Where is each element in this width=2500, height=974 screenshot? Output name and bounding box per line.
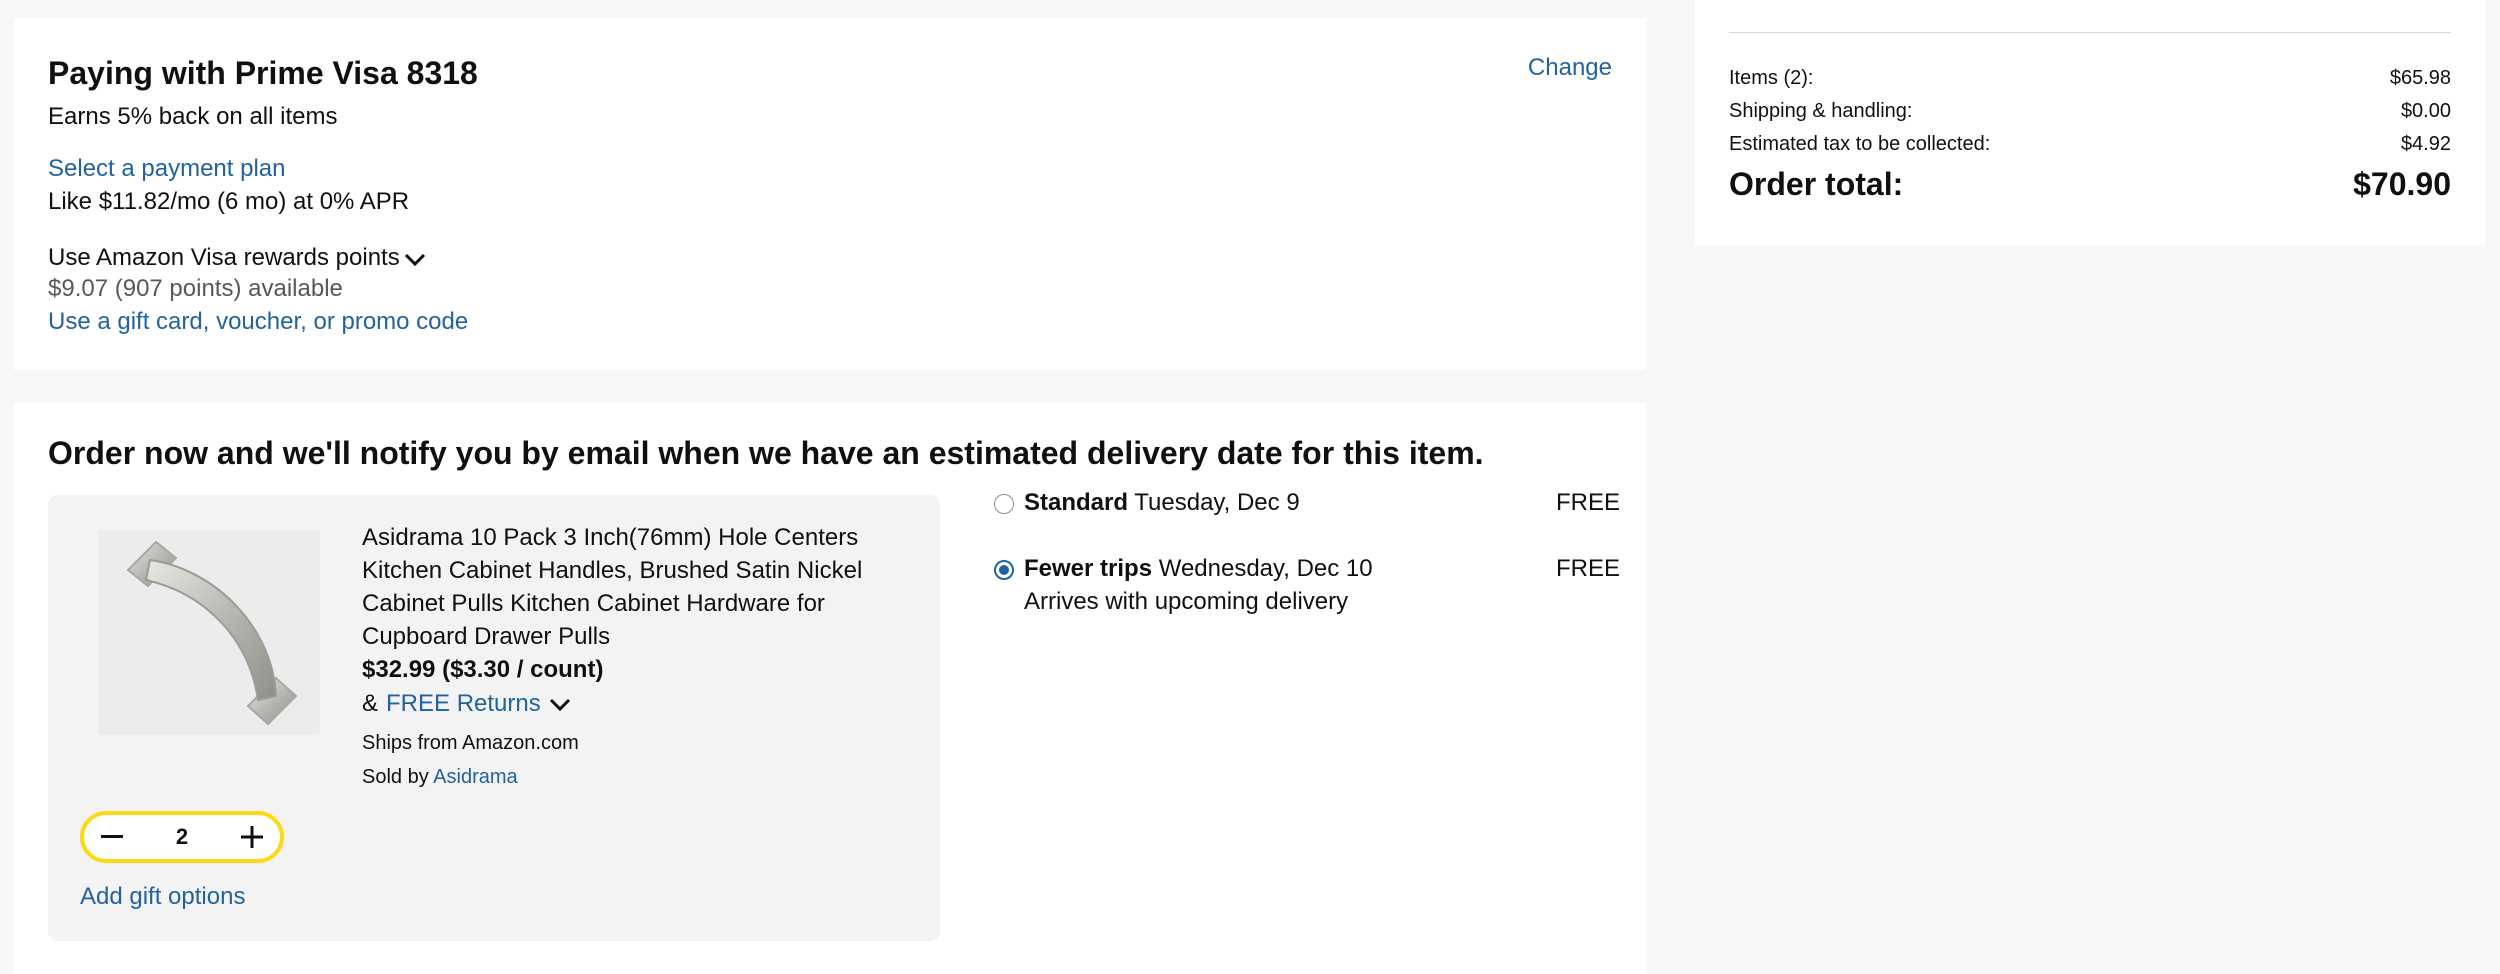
change-payment-link[interactable]: Change: [1528, 54, 1612, 82]
delivery-section: Order now and we'll notify you by email …: [14, 403, 1646, 974]
add-gift-options-link[interactable]: Add gift options: [80, 883, 245, 911]
summary-label: Shipping & handling:: [1729, 100, 1913, 122]
summary-row-tax: Estimated tax to be collected: $4.92: [1729, 133, 2451, 156]
shipping-option-name: Fewer trips: [1024, 555, 1153, 582]
rewards-points-available: $9.07 (907 points) available: [48, 275, 343, 302]
ships-from: Ships from Amazon.com: [362, 732, 579, 754]
shipping-option-fewer-trips[interactable]: Fewer trips Wednesday, Dec 10 Arrives wit…: [994, 552, 1624, 618]
order-summary: Items (2): $65.98 Shipping & handling: $…: [1695, 0, 2485, 245]
shipping-option-name: Standard: [1024, 489, 1129, 516]
payment-section: Paying with Prime Visa 8318 Earns 5% bac…: [14, 18, 1646, 370]
increase-quantity-button[interactable]: [240, 825, 264, 849]
product-title[interactable]: Asidrama 10 Pack 3 Inch(76mm) Hole Cente…: [362, 521, 882, 653]
shipping-radio-standard[interactable]: [994, 494, 1014, 514]
summary-row-shipping: Shipping & handling: $0.00: [1729, 100, 2451, 123]
select-payment-plan-link[interactable]: Select a payment plan: [48, 155, 285, 183]
returns-info: & FREE Returns: [362, 689, 571, 719]
payment-method-title: Paying with Prime Visa 8318: [48, 55, 478, 91]
shipping-option-date: Wednesday, Dec 10: [1158, 555, 1373, 582]
seller-link[interactable]: Asidrama: [433, 766, 517, 788]
payment-rewards-note: Earns 5% back on all items: [48, 103, 338, 130]
payment-plan-info: Like $11.82/mo (6 mo) at 0% APR: [48, 188, 410, 215]
chevron-down-icon: [404, 246, 426, 274]
shipping-option-label: Standard Tuesday, Dec 9: [1024, 486, 1300, 519]
shipping-option-label: Fewer trips Wednesday, Dec 10 Arrives wit…: [1024, 552, 1373, 618]
delivery-notice-title: Order now and we'll notify you by email …: [48, 435, 1484, 471]
quantity-value: 2: [175, 824, 189, 849]
chevron-down-icon[interactable]: [549, 691, 571, 719]
decrease-quantity-button[interactable]: [100, 825, 124, 849]
rewards-points-dropdown[interactable]: Use Amazon Visa rewards points: [48, 242, 426, 274]
rewards-points-label: Use Amazon Visa rewards points: [48, 244, 400, 271]
summary-value: $4.92: [2400, 133, 2451, 155]
gift-card-promo-link[interactable]: Use a gift card, voucher, or promo code: [48, 308, 468, 336]
order-total-value: $70.90: [2353, 166, 2451, 202]
returns-prefix: &: [362, 690, 379, 717]
summary-row-items: Items (2): $65.98: [1729, 67, 2451, 90]
shipping-option-price: FREE: [1556, 555, 1621, 582]
sold-by: Sold by Asidrama: [362, 766, 518, 789]
quantity-stepper: 2: [80, 811, 284, 863]
summary-value: $0.00: [2400, 100, 2451, 122]
product-image[interactable]: [98, 530, 320, 735]
summary-label: Estimated tax to be collected:: [1729, 133, 1991, 155]
product-price: $32.99 ($3.30 / count): [362, 656, 604, 683]
shipping-option-note: Arrives with upcoming delivery: [1024, 588, 1349, 615]
order-total-row: Order total: $70.90: [1729, 166, 2451, 203]
sold-by-label: Sold by: [362, 766, 429, 788]
order-total-label: Order total:: [1729, 166, 1904, 202]
shipping-option-price: FREE: [1556, 489, 1621, 516]
summary-value: $65.98: [2389, 67, 2451, 89]
summary-label: Items (2):: [1729, 67, 1814, 89]
free-returns-link[interactable]: FREE Returns: [386, 690, 541, 718]
shipping-option-standard[interactable]: Standard Tuesday, Dec 9 FREE: [994, 486, 1624, 519]
summary-divider: [1729, 32, 2451, 33]
shipping-option-date: Tuesday, Dec 9: [1134, 489, 1300, 516]
shipping-radio-fewer-trips[interactable]: [994, 560, 1014, 580]
cart-item: Asidrama 10 Pack 3 Inch(76mm) Hole Cente…: [48, 495, 940, 941]
